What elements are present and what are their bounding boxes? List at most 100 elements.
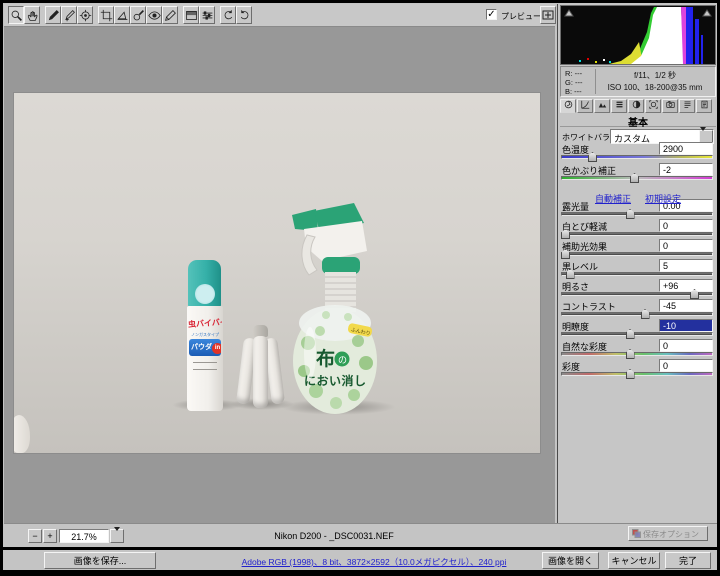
crop-tool-icon: [100, 9, 113, 22]
figure-leg: [253, 336, 268, 408]
hand-tool-button[interactable]: [24, 6, 40, 24]
done-button[interactable]: 完了: [665, 552, 711, 569]
preview-checkbox[interactable]: ✓: [486, 9, 497, 20]
fullscreen-toggle-icon: [542, 9, 554, 21]
recovery-value-field[interactable]: 0: [659, 219, 713, 232]
highlight: [304, 327, 316, 379]
white-balance-tool-button[interactable]: [45, 6, 61, 24]
adjustment-brush-tool-button[interactable]: [162, 6, 178, 24]
spray-cap: [188, 260, 221, 308]
clarity-slider-thumb[interactable]: [626, 329, 635, 339]
straighten-tool-button[interactable]: [114, 6, 130, 24]
exposure-slider-thumb[interactable]: [626, 209, 635, 219]
rotate-cw-tool-button[interactable]: [236, 6, 252, 24]
histogram: [560, 5, 716, 65]
fill-light-value-field[interactable]: 0: [659, 239, 713, 252]
shadow-clip-indicator[interactable]: [565, 10, 573, 16]
in-badge: in: [212, 343, 221, 354]
chevron-down-icon: [114, 527, 120, 541]
tab-split-toning[interactable]: [628, 99, 644, 113]
tint-slider[interactable]: [561, 176, 713, 180]
zoom-level-dropdown-button[interactable]: [110, 529, 124, 543]
brightness-slider[interactable]: [561, 292, 713, 296]
open-image-button[interactable]: 画像を開く: [542, 552, 599, 569]
vibrance-slider[interactable]: [561, 352, 713, 356]
tab-camera-calibration[interactable]: [662, 99, 678, 113]
label-kanji: 布: [316, 347, 335, 370]
target-adjust-tool-icon: [79, 9, 92, 22]
fine-print-lines: [193, 362, 217, 370]
graduated-filter-tool-icon: [185, 9, 198, 22]
highlight-clip-indicator[interactable]: [703, 10, 711, 16]
vibrance-slider-thumb[interactable]: [626, 349, 635, 359]
chevron-down-icon: [700, 127, 706, 141]
histogram-blue: [695, 19, 699, 64]
brightness-value-field[interactable]: +96: [659, 279, 713, 292]
temperature-value-field[interactable]: 2900: [659, 142, 713, 155]
histogram-blue: [686, 7, 693, 64]
blacks-value-field[interactable]: 5: [659, 259, 713, 272]
auto-link[interactable]: 自動補正: [595, 194, 631, 204]
contrast-slider[interactable]: [561, 312, 713, 316]
clarity-value-field[interactable]: -10: [659, 319, 713, 332]
filename-label: Nikon D200 - _DSC0031.NEF: [184, 531, 484, 541]
preferences-tool-button[interactable]: [199, 6, 215, 24]
cancel-button[interactable]: キャンセル: [608, 552, 660, 569]
crop-tool-button[interactable]: [98, 6, 114, 24]
tone-curve-tab-icon: [581, 100, 590, 109]
button-bar: 画像を保存... Adobe RGB (1998)、8 bit、3872×259…: [4, 550, 717, 570]
color-sampler-tool-button[interactable]: [61, 6, 77, 24]
red-eye-tool-button[interactable]: [146, 6, 162, 24]
rotate-cw-tool-icon: [238, 9, 251, 22]
spot-removal-tool-button[interactable]: [130, 6, 146, 24]
temperature-slider-thumb[interactable]: [588, 152, 597, 162]
workflow-options-link[interactable]: Adobe RGB (1998)、8 bit、3872×2592（10.0メガピ…: [194, 556, 554, 568]
exposure-slider[interactable]: [561, 212, 713, 216]
tab-basic[interactable]: [560, 99, 576, 113]
preview-canvas: 虫バイバイ ノンガスタイプ パウダー in: [4, 27, 555, 523]
tint-value-field[interactable]: -2: [659, 163, 713, 176]
tab-detail[interactable]: [594, 99, 610, 113]
target-adjust-tool-button[interactable]: [77, 6, 93, 24]
toolbar: ✓ プレビュー: [4, 4, 555, 27]
exif-line1: f/11、1/2 秒: [597, 70, 713, 82]
tab-presets[interactable]: [679, 99, 695, 113]
zoom-level-field[interactable]: 21.7%: [59, 529, 109, 543]
tab-tone-curve[interactable]: [577, 99, 593, 113]
saturation-slider[interactable]: [561, 372, 713, 376]
rgb-value: B: ---: [565, 87, 583, 96]
tab-snapshots[interactable]: [696, 99, 712, 113]
recovery-slider[interactable]: [561, 232, 713, 236]
divider: [595, 69, 596, 94]
fullscreen-toggle-button[interactable]: [540, 6, 556, 24]
zoom-in-button[interactable]: +: [43, 529, 57, 543]
zoom-out-button[interactable]: −: [28, 529, 42, 543]
tab-hsl-grayscale[interactable]: [611, 99, 627, 113]
clarity-slider[interactable]: [561, 332, 713, 336]
zoom-tool-button[interactable]: [8, 6, 24, 24]
fill-light-slider[interactable]: [561, 252, 713, 256]
blacks-slider[interactable]: [561, 272, 713, 276]
rotate-ccw-tool-icon: [222, 9, 235, 22]
save-image-button[interactable]: 画像を保存...: [44, 552, 156, 569]
saturation-slider-thumb[interactable]: [626, 369, 635, 379]
temperature-slider[interactable]: [561, 155, 713, 159]
vibrance-value-field[interactable]: 0: [659, 339, 713, 352]
contrast-slider-thumb[interactable]: [641, 309, 650, 319]
tint-slider-thumb[interactable]: [630, 173, 639, 183]
tab-lens-corrections[interactable]: [645, 99, 661, 113]
fabric-spray-bottle: ふんわり 布 の におい消し: [292, 203, 378, 415]
save-options-button[interactable]: 保存オプション: [628, 526, 708, 541]
histogram-blue: [701, 35, 703, 64]
product-subtext: ノンガスタイプ: [191, 332, 219, 338]
contrast-value-field[interactable]: -45: [659, 299, 713, 312]
rotate-ccw-tool-button[interactable]: [220, 6, 236, 24]
graduated-filter-tool-button[interactable]: [183, 6, 199, 24]
saturation-value-field[interactable]: 0: [659, 359, 713, 372]
photo-preview[interactable]: 虫バイバイ ノンガスタイプ パウダー in: [13, 92, 541, 454]
white-balance-value: カスタム: [614, 134, 650, 144]
insect-spray-bottle: 虫バイバイ ノンガスタイプ パウダー in: [186, 260, 224, 411]
rgb-value: G: ---: [565, 78, 583, 87]
cap-badge: [195, 284, 215, 304]
default-link[interactable]: 初期設定: [645, 194, 681, 204]
